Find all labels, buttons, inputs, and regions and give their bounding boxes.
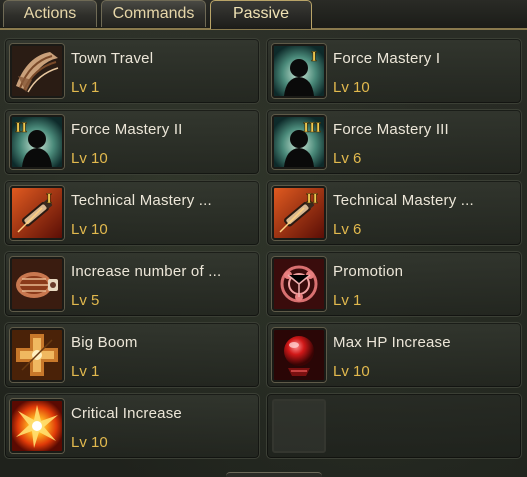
ammo-drum-icon (10, 257, 64, 311)
skill-slot-empty[interactable] (266, 393, 522, 459)
tab-passive[interactable]: Passive (210, 0, 312, 29)
passive-skills-window: Actions Commands Passive Town Travel Lv … (0, 0, 527, 477)
skill-name: Town Travel (71, 50, 154, 67)
big-boom-icon (10, 328, 64, 382)
skill-slot-technical-mastery-1[interactable]: I Technical Mastery ... Lv 10 (4, 180, 260, 246)
skill-name: Promotion (333, 263, 404, 280)
force-mastery-icon: III (272, 115, 326, 169)
skill-name: Technical Mastery ... (333, 192, 474, 209)
force-mastery-icon: I (272, 44, 326, 98)
skill-level: Lv 5 (71, 292, 100, 309)
skill-slot-technical-mastery-2[interactable]: II Technical Mastery ... Lv 6 (266, 180, 522, 246)
skill-slot-force-mastery-1[interactable]: I Force Mastery I Lv 10 (266, 38, 522, 104)
skill-slot-promotion[interactable]: Promotion Lv 1 (266, 251, 522, 317)
skill-name: Force Mastery II (71, 121, 183, 138)
tab-actions[interactable]: Actions (3, 0, 97, 27)
empty-slot-placeholder (272, 399, 326, 453)
svg-text:III: III (303, 121, 321, 136)
skill-level: Lv 1 (71, 363, 100, 380)
skill-slot-max-hp-increase[interactable]: Max HP Increase Lv 10 (266, 322, 522, 388)
svg-text:I: I (46, 192, 52, 207)
skill-slot-town-travel[interactable]: Town Travel Lv 1 (4, 38, 260, 104)
skill-level: Lv 10 (333, 363, 370, 380)
skill-level: Lv 1 (71, 79, 100, 96)
skill-slot-big-boom[interactable]: Big Boom Lv 1 (4, 322, 260, 388)
force-mastery-icon: II (10, 115, 64, 169)
promotion-icon (272, 257, 326, 311)
skill-name: Force Mastery III (333, 121, 449, 138)
skill-level: Lv 1 (333, 292, 362, 309)
max-hp-icon (272, 328, 326, 382)
skill-level: Lv 6 (333, 150, 362, 167)
skill-level: Lv 10 (71, 150, 108, 167)
tab-bar: Actions Commands Passive (0, 0, 527, 30)
svg-text:I: I (311, 50, 317, 65)
skill-name: Force Mastery I (333, 50, 441, 67)
technical-mastery-icon: I (10, 186, 64, 240)
skill-slot-critical-increase[interactable]: Critical Increase Lv 10 (4, 393, 260, 459)
tab-commands[interactable]: Commands (101, 0, 206, 27)
svg-text:II: II (306, 192, 318, 207)
skill-name: Technical Mastery ... (71, 192, 212, 209)
skill-name: Critical Increase (71, 405, 182, 422)
skill-name: Increase number of ... (71, 263, 222, 280)
technical-mastery-icon: II (272, 186, 326, 240)
skill-name: Max HP Increase (333, 334, 451, 351)
skill-level: Lv 6 (333, 221, 362, 238)
skill-slot-increase-number[interactable]: Increase number of ... Lv 5 (4, 251, 260, 317)
svg-text:II: II (15, 121, 27, 136)
skill-level: Lv 10 (333, 79, 370, 96)
skill-level: Lv 10 (71, 434, 108, 451)
town-travel-icon (10, 44, 64, 98)
bottom-scroll-handle[interactable] (226, 472, 322, 477)
critical-increase-icon (10, 399, 64, 453)
skill-level: Lv 10 (71, 221, 108, 238)
skill-slot-force-mastery-2[interactable]: II Force Mastery II Lv 10 (4, 109, 260, 175)
skill-name: Big Boom (71, 334, 138, 351)
skill-slot-force-mastery-3[interactable]: III Force Mastery III Lv 6 (266, 109, 522, 175)
